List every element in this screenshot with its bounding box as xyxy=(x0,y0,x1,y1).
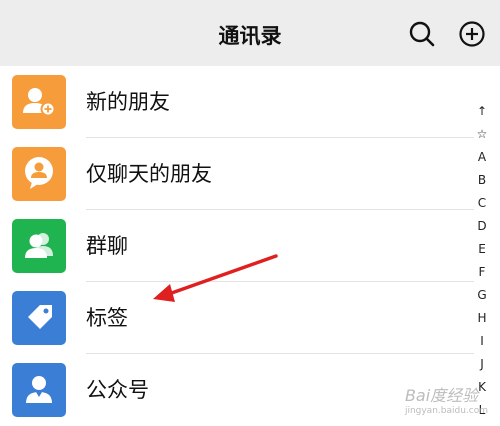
watermark-url: jingyan.baidu.com xyxy=(404,406,488,416)
watermark: Bai度经验 jingyan.baidu.com xyxy=(405,382,488,416)
watermark-text: Bai度经验 xyxy=(404,386,479,405)
annotation-arrow xyxy=(153,254,278,302)
